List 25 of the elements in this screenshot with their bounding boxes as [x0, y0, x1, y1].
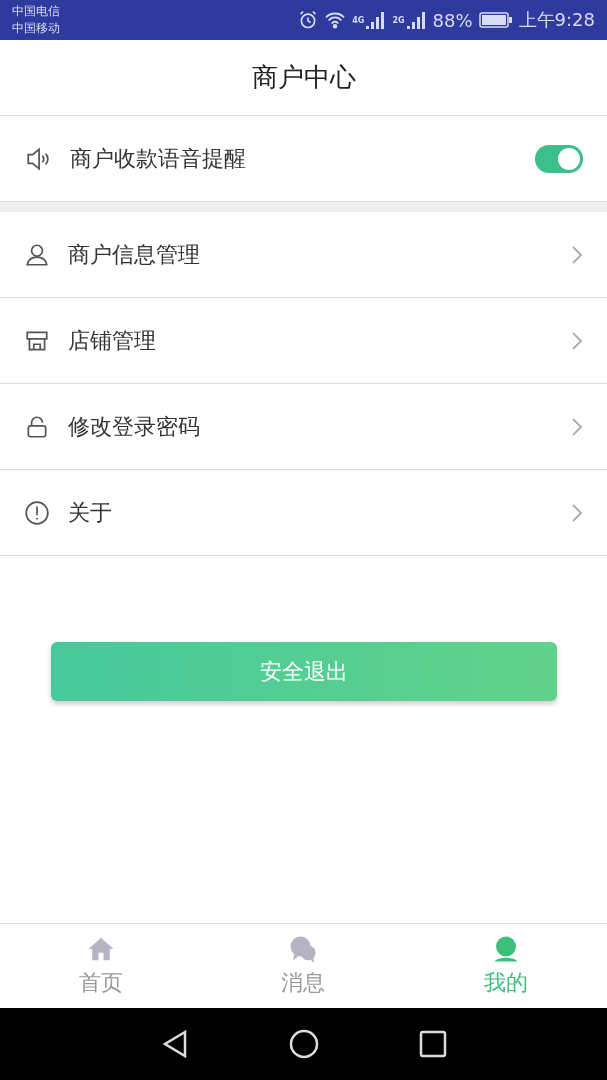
- back-icon[interactable]: [160, 1029, 189, 1059]
- network-label: 4G: [352, 16, 365, 25]
- home-button-icon[interactable]: [288, 1029, 319, 1059]
- battery-icon: [478, 11, 513, 29]
- chevron-icon: [571, 502, 583, 523]
- info-icon: [24, 499, 50, 526]
- signal-icon: [406, 11, 427, 29]
- alarm-icon: [298, 10, 319, 30]
- chevron-icon: [571, 244, 583, 265]
- battery-percent: 88%: [432, 9, 473, 31]
- setting-label: 商户收款语音提醒: [70, 144, 247, 173]
- clock-time: 上午9:28: [518, 8, 595, 32]
- carrier-name: 中国电信: [12, 3, 60, 20]
- chevron-icon: [571, 330, 583, 351]
- carrier-name: 中国移动: [12, 20, 60, 37]
- lock-icon: [24, 413, 50, 440]
- page-title: 商户中心: [251, 61, 356, 94]
- chevron-icon: [571, 416, 583, 437]
- speaker-icon: [24, 145, 52, 172]
- network-label: 2G: [392, 16, 405, 25]
- recents-icon[interactable]: [418, 1030, 447, 1058]
- wifi-icon: [324, 11, 347, 29]
- signal-icon: [366, 11, 387, 29]
- person-icon: [24, 241, 50, 268]
- voice-toggle[interactable]: [535, 144, 583, 173]
